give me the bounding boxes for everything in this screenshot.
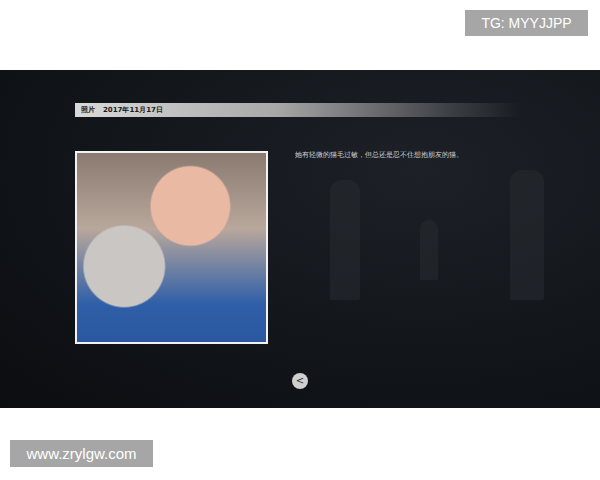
back-row: <: [0, 373, 600, 389]
game-panel: 照片 2017年11月17日她有轻微的猫毛过敏，但总还是忍不住想抱朋友的猫。 <: [0, 70, 600, 408]
background-figure: [420, 220, 438, 280]
bottom-band: www.zrylgw.com: [0, 408, 600, 480]
header-label: 照片: [81, 105, 95, 115]
photo: [75, 151, 268, 344]
entry-description: 她有轻微的猫毛过敏，但总还是忍不住想抱朋友的猫。: [295, 151, 463, 160]
page: TG: MYYJJPP 照片 2017年11月17日她有轻微的猫毛过敏，但总还是忍不…: [0, 0, 600, 480]
background-figure: [330, 180, 360, 300]
bottom-watermark: www.zrylgw.com: [10, 440, 153, 467]
background-figure: [510, 170, 544, 300]
photo-image: [77, 153, 266, 342]
top-watermark: TG: MYYJJPP: [465, 10, 588, 36]
header-date: 2017年11月17日: [103, 105, 163, 115]
entry-content: 她有轻微的猫毛过敏，但总还是忍不住想抱朋友的猫。: [75, 151, 520, 344]
header-bar: 照片 2017年11月17日: [75, 103, 520, 117]
back-button[interactable]: <: [292, 373, 308, 389]
top-band: TG: MYYJJPP: [0, 0, 600, 70]
